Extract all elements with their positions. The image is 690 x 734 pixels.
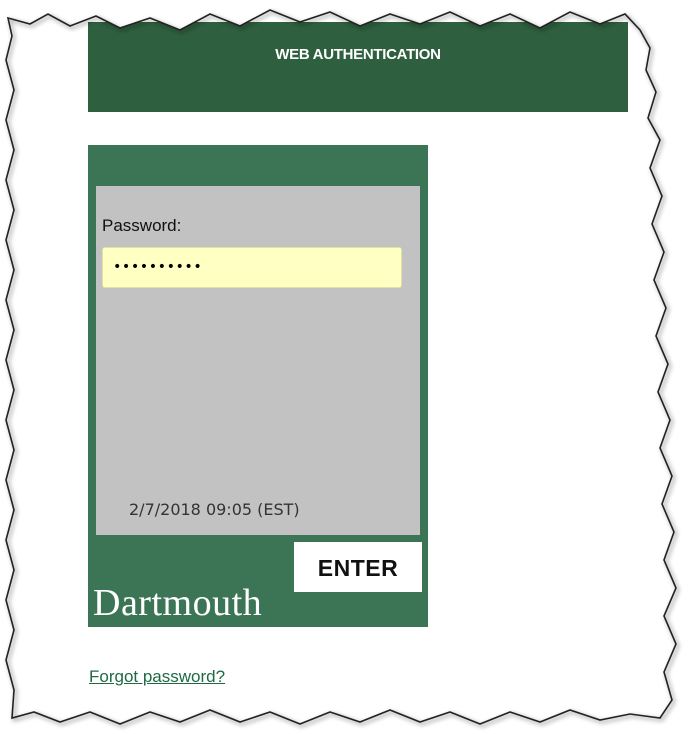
dartmouth-logo: Dartmouth — [93, 582, 263, 624]
enter-button[interactable]: ENTER — [294, 542, 422, 592]
page: WEB AUTHENTICATION Password: •••••••••• … — [0, 0, 690, 734]
forgot-password-link[interactable]: Forgot password? — [89, 667, 225, 687]
header-bar: WEB AUTHENTICATION — [88, 22, 628, 112]
login-box: Password: •••••••••• 2/7/2018 09:05 (EST… — [88, 145, 428, 627]
password-field[interactable]: •••••••••• — [102, 247, 402, 288]
page-title: WEB AUTHENTICATION — [275, 46, 441, 63]
timestamp: 2/7/2018 09:05 (EST) — [129, 500, 300, 519]
password-label: Password: — [102, 216, 182, 235]
login-panel: Password: •••••••••• 2/7/2018 09:05 (EST… — [96, 186, 420, 535]
